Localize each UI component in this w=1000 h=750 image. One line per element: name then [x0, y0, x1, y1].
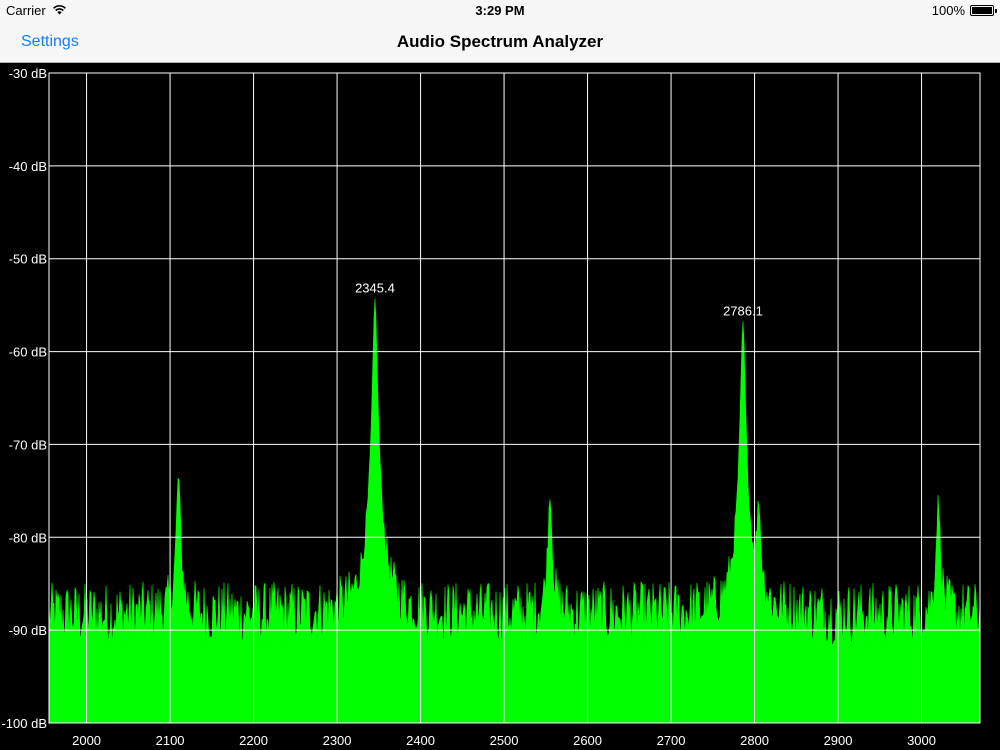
battery-percentage: 100% — [931, 3, 965, 18]
x-tick-label: 2300 — [323, 733, 352, 748]
y-tick-label: -90 dB — [9, 623, 47, 638]
status-bar: Carrier 3:29 PM 100% — [0, 0, 1000, 22]
peak-label: 2345.4 — [355, 281, 395, 296]
x-tick-label: 3000 — [907, 733, 936, 748]
x-tick-label: 2400 — [406, 733, 435, 748]
y-tick-label: -50 dB — [9, 252, 47, 267]
status-time: 3:29 PM — [475, 3, 525, 18]
y-tick-label: -100 dB — [1, 716, 47, 731]
x-tick-label: 2200 — [239, 733, 268, 748]
y-tick-label: -30 dB — [9, 66, 47, 81]
spectrum-plot[interactable]: 2000 2100 2200 2300 2400 2500 2600 2700 2800 2900… — [0, 63, 1000, 750]
peak-label: 2786.1 — [723, 304, 763, 319]
settings-button[interactable]: Settings — [21, 33, 79, 51]
x-tick-label: 2700 — [657, 733, 686, 748]
x-tick-label: 2600 — [573, 733, 602, 748]
status-right: 100% — [931, 3, 997, 18]
battery-icon — [970, 5, 997, 16]
y-tick-label: -60 dB — [9, 345, 47, 360]
x-tick-label: 2900 — [824, 733, 853, 748]
x-tick-label: 2800 — [740, 733, 769, 748]
page-title: Audio Spectrum Analyzer — [396, 32, 604, 51]
battery-fill — [972, 7, 992, 14]
navigation-bar: Settings Audio Spectrum Analyzer — [0, 22, 1000, 63]
y-tick-label: -70 dB — [9, 437, 47, 452]
x-tick-label: 2100 — [156, 733, 185, 748]
x-tick-label: 2500 — [490, 733, 519, 748]
spectrum-area — [48, 298, 981, 724]
x-tick-label: 2000 — [72, 733, 101, 748]
y-tick-label: -80 dB — [9, 530, 47, 545]
y-tick-label: -40 dB — [9, 159, 47, 174]
